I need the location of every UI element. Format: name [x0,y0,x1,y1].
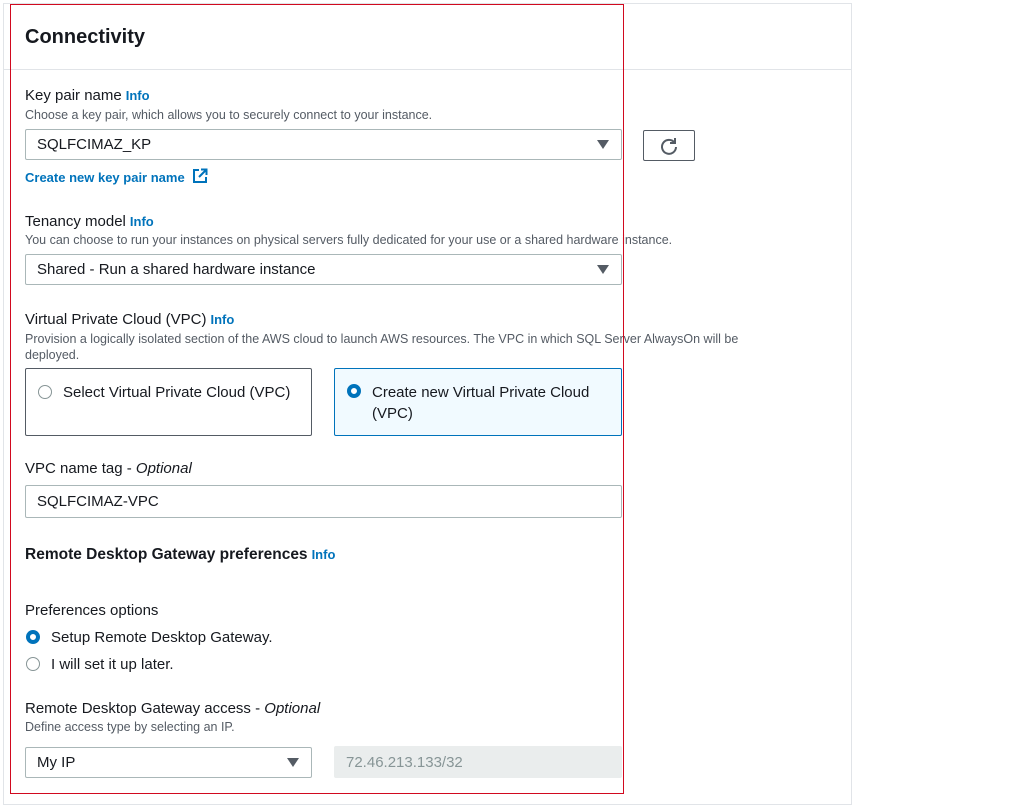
key-pair-select[interactable]: SQLFCIMAZ_KP [25,129,622,160]
vpc-label: Virtual Private Cloud (VPC) Info [25,311,234,328]
radio-selected-icon[interactable] [26,630,40,644]
ip-address-input [334,746,622,778]
refresh-icon [661,137,677,155]
rdg-info-link[interactable]: Info [312,547,336,562]
caret-down-icon [597,140,609,149]
key-pair-label: Key pair name Info [25,87,150,104]
key-pair-description: Choose a key pair, which allows you to s… [25,108,433,122]
rdg-access-label: Remote Desktop Gateway access - Optional [25,700,321,717]
caret-down-icon [287,758,299,767]
section-title: Connectivity [25,26,146,48]
rdg-title-text: Remote Desktop Gateway preferences [25,546,308,563]
tenancy-select[interactable]: Shared - Run a shared hardware instance [25,254,622,285]
tenancy-selected-value: Shared - Run a shared hardware instance [37,261,316,278]
caret-down-icon [597,265,609,274]
vpc-name-tag-input[interactable] [25,485,622,518]
tenancy-description: You can choose to run your instances on … [25,233,673,247]
rdg-option-label: Setup Remote Desktop Gateway. [51,629,273,646]
vpc-name-tag-label: VPC name tag - Optional [25,460,192,477]
rdg-option-setup[interactable]: Setup Remote Desktop Gateway. [25,628,325,648]
rdg-option-later[interactable]: I will set it up later. [25,655,325,675]
refresh-key-pairs-button[interactable] [643,130,695,161]
vpc-name-tag-label-text: VPC name tag [25,460,123,477]
rdg-section-title: Remote Desktop Gateway preferences Info [25,546,335,564]
radio-selected-icon[interactable] [347,384,361,398]
external-link-icon [193,168,208,183]
rdg-access-label-text: Remote Desktop Gateway access [25,700,251,717]
access-type-select[interactable]: My IP [25,747,312,778]
tenancy-info-link[interactable]: Info [130,214,154,229]
vpc-label-text: Virtual Private Cloud (VPC) [25,311,207,328]
rdg-access-description: Define access type by selecting an IP. [25,720,235,734]
optional-text: Optional [135,460,192,477]
panel-header: Connectivity [4,4,851,70]
rdg-option-label: I will set it up later. [51,656,174,673]
preferences-options-label: Preferences options [25,602,159,619]
create-key-pair-link-text[interactable]: Create new key pair name [25,170,185,185]
key-pair-selected-value: SQLFCIMAZ_KP [37,136,152,153]
vpc-info-link[interactable]: Info [210,312,234,327]
tenancy-label-text: Tenancy model [25,213,126,230]
vpc-option-create-new[interactable]: Create new Virtual Private Cloud (VPC) [334,368,622,436]
tenancy-label: Tenancy model Info [25,213,154,230]
create-key-pair-link[interactable]: Create new key pair name [25,168,208,187]
optional-text: Optional [264,700,321,717]
vpc-option-select-existing[interactable]: Select Virtual Private Cloud (VPC) [25,368,312,436]
key-pair-label-text: Key pair name [25,87,122,104]
access-type-selected-value: My IP [37,754,76,771]
vpc-option-label: Create new Virtual Private Cloud (VPC) [372,384,590,422]
vpc-description: Provision a logically isolated section o… [25,332,739,362]
key-pair-info-link[interactable]: Info [126,88,150,103]
vpc-option-label: Select Virtual Private Cloud (VPC) [63,384,291,401]
radio-unselected-icon[interactable] [38,385,52,399]
radio-unselected-icon[interactable] [26,657,40,671]
